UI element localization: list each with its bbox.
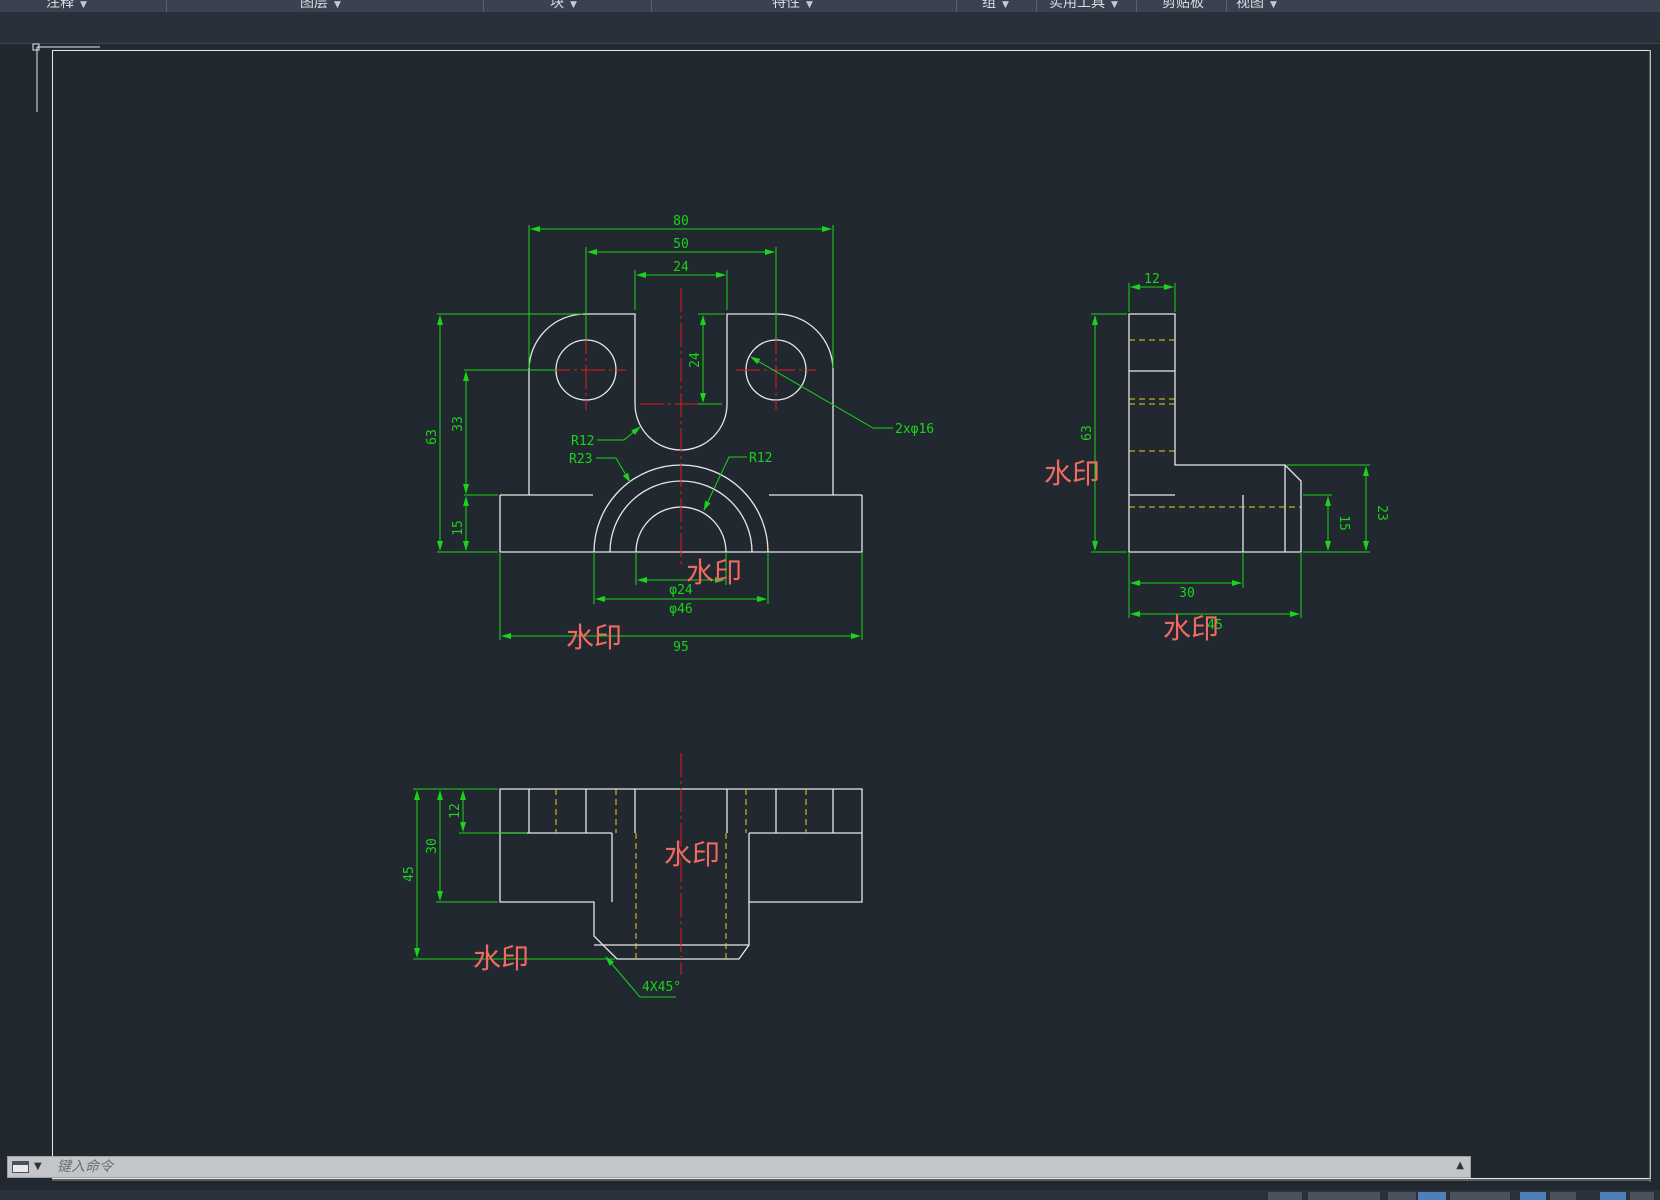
watermark-text: 水印 (473, 942, 529, 975)
label-r12-right: R12 (749, 451, 772, 466)
chevron-up-icon[interactable]: ▲ (1456, 1160, 1464, 1171)
status-button-active[interactable] (1520, 1192, 1546, 1200)
label-r12-left: R12 (571, 434, 594, 449)
watermark-text: 水印 (686, 556, 742, 589)
dim-63: 63 (425, 429, 440, 445)
command-input[interactable] (53, 1158, 1451, 1176)
status-button-active[interactable] (1418, 1192, 1446, 1200)
dim-95: 95 (673, 640, 689, 655)
top-view-dimensions (413, 788, 676, 998)
dim-63: 63 (1080, 425, 1095, 441)
watermark-layer: 水印 水印 水印 水印 水印 水印 (473, 457, 1219, 975)
dim-30: 30 (1179, 586, 1195, 601)
dim-23: 23 (1374, 505, 1389, 521)
dim-33: 33 (451, 416, 466, 432)
status-button[interactable] (1388, 1192, 1416, 1200)
dim-24-slot: 24 (688, 352, 703, 368)
top-view-dimension-texts: 12 30 45 4X45° (402, 803, 681, 995)
status-button-active[interactable] (1600, 1192, 1626, 1200)
status-button[interactable] (1268, 1192, 1302, 1200)
front-view-dimensions (437, 225, 893, 640)
drawing-canvas[interactable]: 80 50 24 24 63 33 15 R12 R23 R12 2xφ16 φ… (0, 0, 1660, 1200)
watermark-text: 水印 (664, 838, 720, 871)
label-holes: 2xφ16 (895, 422, 934, 437)
dim-24-top: 24 (673, 260, 689, 275)
dim-80: 80 (673, 214, 689, 229)
dim-45: 45 (402, 866, 417, 882)
ucs-icon (32, 43, 100, 112)
label-dia-46: φ46 (669, 602, 692, 617)
label-r23: R23 (569, 452, 592, 467)
status-button[interactable] (1450, 1192, 1510, 1200)
dim-50: 50 (673, 237, 689, 252)
front-view[interactable]: 80 50 24 24 63 33 15 R12 R23 R12 2xφ16 φ… (425, 214, 934, 655)
watermark-text: 水印 (1044, 457, 1100, 490)
status-button[interactable] (1630, 1192, 1654, 1200)
status-button[interactable] (1550, 1192, 1576, 1200)
chevron-down-icon[interactable]: ▼ (34, 1161, 42, 1172)
dim-12: 12 (1144, 272, 1160, 287)
dim-30: 30 (425, 838, 440, 854)
side-view-geometry (1128, 313, 1302, 553)
label-chamfer: 4X45° (642, 980, 681, 995)
front-view-dimension-texts: 80 50 24 24 63 33 15 R12 R23 R12 2xφ16 φ… (425, 214, 934, 655)
command-window-icon[interactable] (12, 1161, 29, 1173)
top-view[interactable]: 12 30 45 4X45° (402, 753, 863, 998)
side-view-dimension-texts: 12 63 23 15 30 45 (1080, 272, 1389, 633)
side-view[interactable]: 12 63 23 15 30 45 (1080, 272, 1389, 633)
dim-15: 15 (451, 520, 466, 536)
dim-12: 12 (448, 803, 463, 819)
dim-15: 15 (1336, 515, 1351, 531)
command-line[interactable]: ▼ ▲ (7, 1156, 1471, 1178)
status-button[interactable] (1308, 1192, 1380, 1200)
side-view-hidden-lines (1129, 339, 1301, 508)
watermark-text: 水印 (566, 621, 622, 654)
watermark-text: 水印 (1163, 612, 1219, 645)
paper-border (52, 50, 1651, 1179)
